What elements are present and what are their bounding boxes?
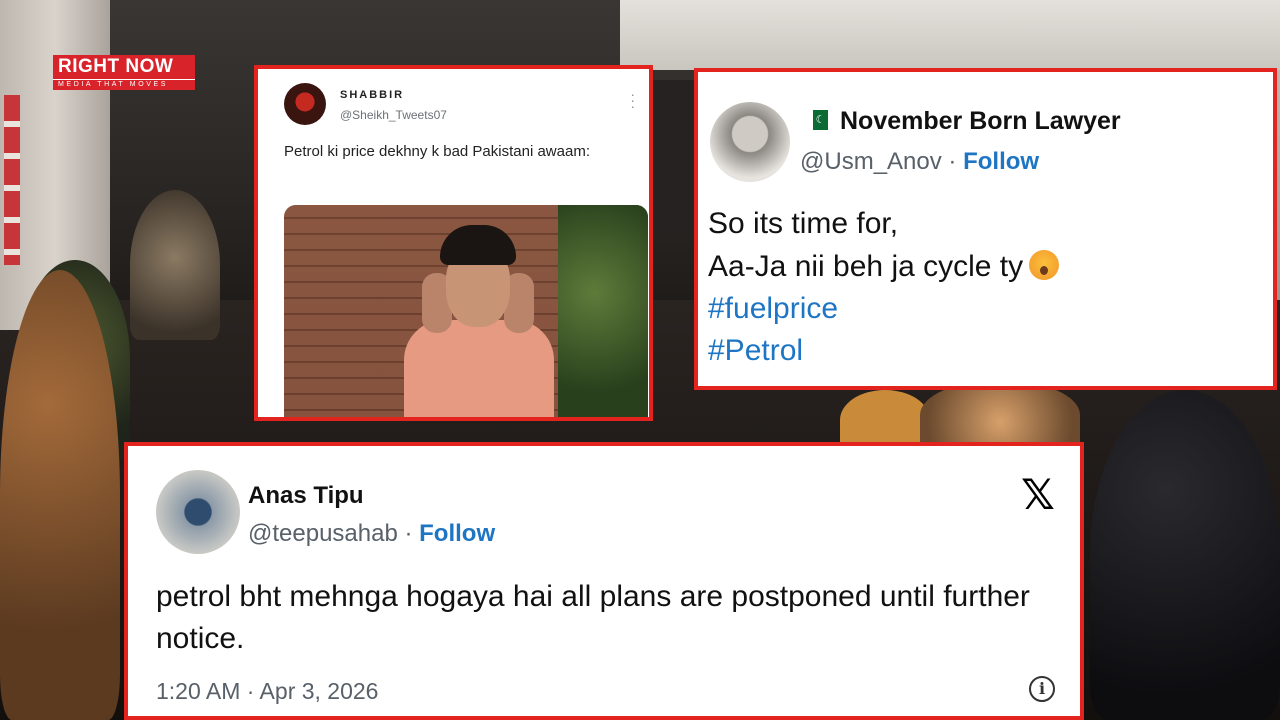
tweet-meme-image[interactable] xyxy=(284,205,648,417)
tweet-card-november-born-lawyer: ☾ November Born Lawyer @Usm_Anov · Follo… xyxy=(694,68,1277,390)
tweet-card-anas-tipu: Anas Tipu @teepusahab · Follow 𝕏 petrol … xyxy=(124,442,1084,720)
brand-logo: RIGHT NOW MEDIA THAT MOVES xyxy=(53,55,195,90)
more-options-icon[interactable]: · · · xyxy=(630,87,635,113)
astonished-face-emoji-icon xyxy=(1029,250,1060,280)
pakistan-flag-icon: ☾ xyxy=(808,110,828,130)
tweet-text: Petrol ki price dekhny k bad Pakistani a… xyxy=(284,143,590,160)
tweet-author-handle-row: @Usm_Anov · Follow xyxy=(800,148,1039,176)
tweet-author-name[interactable]: November Born Lawyer xyxy=(840,107,1121,136)
tweet-author-name[interactable]: SHABBIR xyxy=(340,89,404,101)
tweet-author-handle[interactable]: @Sheikh_Tweets07 xyxy=(340,108,447,122)
tweet-text: petrol bht mehnga hogaya hai all plans a… xyxy=(156,580,1030,655)
avatar[interactable] xyxy=(156,470,240,554)
tweet-text-line-row: Aa-Ja nii beh ja cycle ty xyxy=(708,250,1060,284)
follow-button[interactable]: Follow xyxy=(963,148,1039,175)
info-icon[interactable]: i xyxy=(1029,676,1055,702)
avatar[interactable] xyxy=(284,83,326,125)
avatar[interactable] xyxy=(710,102,790,182)
follow-button[interactable]: Follow xyxy=(419,520,495,547)
hashtag-link[interactable]: #Petrol xyxy=(708,334,803,368)
tweet-author-handle-row: @teepusahab · Follow xyxy=(248,520,495,548)
hashtag-link[interactable]: #fuelprice xyxy=(708,292,838,326)
logo-brand-text: RIGHT NOW xyxy=(53,55,195,79)
logo-tagline: MEDIA THAT MOVES xyxy=(53,79,195,90)
tweet-author-handle[interactable]: @teepusahab xyxy=(248,520,398,547)
tweet-text-line: Aa-Ja nii beh ja cycle ty xyxy=(708,250,1024,283)
handle-separator: · xyxy=(941,148,964,175)
tweet-author-handle[interactable]: @Usm_Anov xyxy=(800,148,942,175)
handle-separator: · xyxy=(397,520,420,547)
tweet-text-line: So its time for, xyxy=(708,207,899,240)
tweet-card-shabbir: SHABBIR @Sheikh_Tweets07 · · · Petrol ki p… xyxy=(254,65,653,421)
tweet-timestamp[interactable]: 1:20 AM · Apr 3, 2026 xyxy=(156,678,378,705)
tweet-author-name[interactable]: Anas Tipu xyxy=(248,482,364,510)
x-logo-icon[interactable]: 𝕏 xyxy=(1021,474,1055,516)
